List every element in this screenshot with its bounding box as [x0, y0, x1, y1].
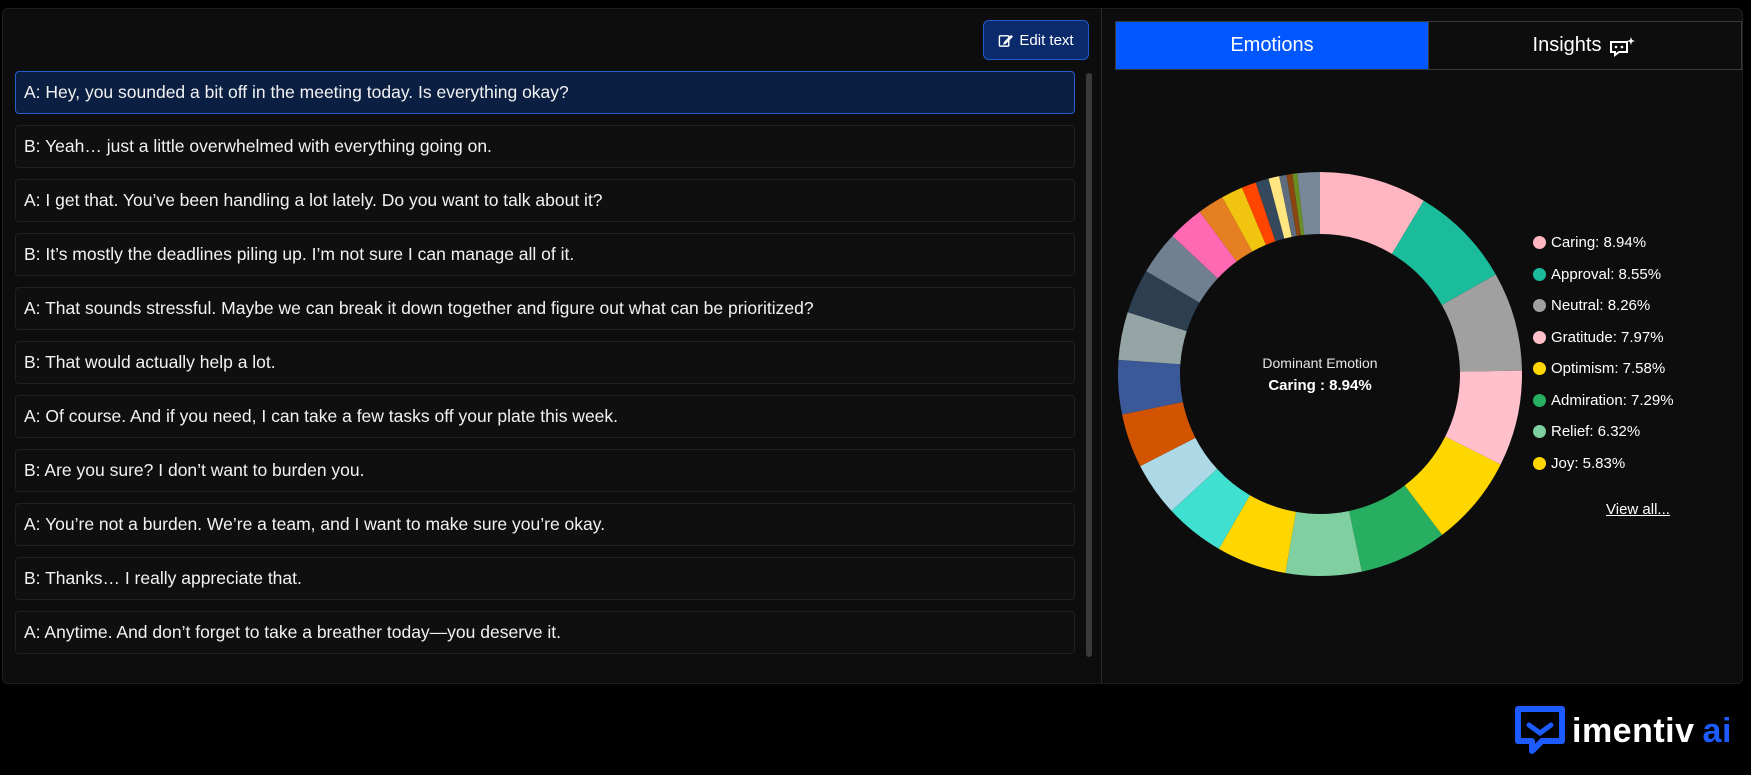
donut-svg	[1118, 172, 1522, 576]
tab-insights-label: Insights	[1532, 34, 1602, 56]
legend-dot	[1533, 299, 1546, 313]
legend-dot	[1533, 267, 1546, 281]
scrollbar[interactable]	[1086, 73, 1092, 657]
app-window: Edit text A: Hey, you sounded a bit off …	[2, 8, 1743, 684]
ai-sparkle-icon	[1610, 36, 1636, 57]
tab-emotions-label: Emotions	[1230, 34, 1314, 56]
message-item[interactable]: A: Hey, you sounded a bit off in the mee…	[15, 71, 1075, 114]
legend-label: Admiration: 7.29%	[1551, 391, 1674, 409]
brand-name: imentiv ai	[1572, 712, 1732, 751]
edit-text-button[interactable]: Edit text	[983, 20, 1089, 60]
message-item[interactable]: B: It’s mostly the deadlines piling up. …	[15, 233, 1075, 276]
legend-item[interactable]: Caring: 8.94%	[1533, 227, 1733, 259]
imentiv-logo-icon	[1515, 706, 1565, 754]
tab-insights[interactable]: Insights	[1428, 22, 1741, 69]
legend-dot	[1533, 425, 1546, 439]
emotion-legend: Caring: 8.94% Approval: 8.55% Neutral: 8.2…	[1533, 227, 1733, 479]
legend-item[interactable]: Relief: 6.32%	[1533, 416, 1733, 448]
legend-dot	[1533, 456, 1546, 470]
legend-dot	[1533, 236, 1546, 250]
message-item[interactable]: B: That would actually help a lot.	[15, 341, 1075, 384]
legend-dot	[1533, 393, 1546, 407]
analysis-panel: Emotions Insights Dominant Emotion Carin…	[1103, 9, 1742, 683]
message-list: A: Hey, you sounded a bit off in the mee…	[15, 71, 1075, 661]
legend-label: Relief: 6.32%	[1551, 423, 1641, 441]
legend-item[interactable]: Joy: 5.83%	[1533, 448, 1733, 480]
donut-slice-relief[interactable]	[1285, 510, 1362, 576]
legend-label: Neutral: 8.26%	[1551, 297, 1651, 315]
legend-label: Caring: 8.94%	[1551, 234, 1647, 252]
message-item[interactable]: A: Of course. And if you need, I can tak…	[15, 395, 1075, 438]
legend-item[interactable]: Approval: 8.55%	[1533, 259, 1733, 291]
message-item[interactable]: A: You’re not a burden. We’re a team, an…	[15, 503, 1075, 546]
legend-label: Optimism: 7.58%	[1551, 360, 1666, 378]
legend-label: Joy: 5.83%	[1551, 454, 1626, 472]
message-item[interactable]: A: That sounds stressful. Maybe we can b…	[15, 287, 1075, 330]
legend-dot	[1533, 330, 1546, 344]
brand-logo: imentiv ai	[1514, 703, 1732, 759]
message-item[interactable]: B: Thanks… I really appreciate that.	[15, 557, 1075, 600]
message-item[interactable]: B: Are you sure? I don’t want to burden …	[15, 449, 1075, 492]
legend-item[interactable]: Admiration: 7.29%	[1533, 385, 1733, 417]
legend-item[interactable]: Gratitude: 7.97%	[1533, 322, 1733, 354]
tab-emotions[interactable]: Emotions	[1116, 22, 1428, 69]
message-item[interactable]: A: Anytime. And don’t forget to take a b…	[15, 611, 1075, 654]
edit-text-label: Edit text	[1019, 31, 1074, 49]
legend-label: Approval: 8.55%	[1551, 265, 1662, 283]
message-item[interactable]: B: Yeah… just a little overwhelmed with …	[15, 125, 1075, 168]
brand-name-main: imentiv	[1572, 711, 1695, 750]
edit-icon	[999, 34, 1014, 47]
tab-bar: Emotions Insights	[1115, 21, 1742, 70]
emotion-donut-chart: Dominant Emotion Caring : 8.94%	[1115, 169, 1525, 579]
legend-item[interactable]: Neutral: 8.26%	[1533, 290, 1733, 322]
legend-label: Gratitude: 7.97%	[1551, 328, 1664, 346]
legend-dot	[1533, 362, 1546, 376]
transcript-panel: Edit text A: Hey, you sounded a bit off …	[3, 9, 1102, 683]
legend-item[interactable]: Optimism: 7.58%	[1533, 353, 1733, 385]
brand-name-ai: ai	[1702, 711, 1732, 750]
message-item[interactable]: A: I get that. You’ve been handling a lo…	[15, 179, 1075, 222]
view-all-link[interactable]: View all...	[1606, 501, 1670, 518]
